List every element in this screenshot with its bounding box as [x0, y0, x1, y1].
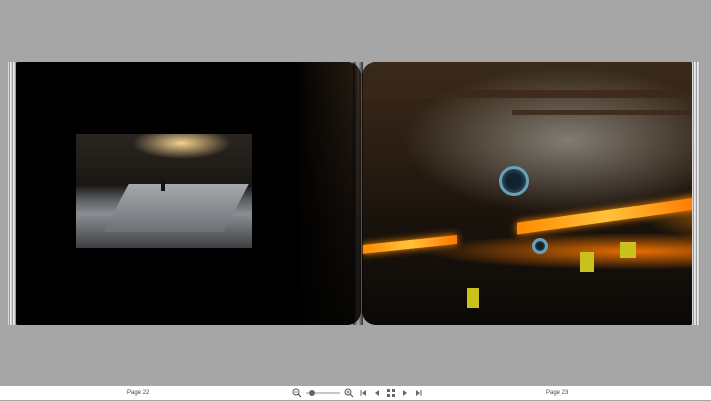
worker-silhouette [161, 179, 165, 191]
left-page-edge [8, 62, 16, 325]
bottom-toolbar: Page 22 Page 23 [0, 386, 711, 400]
magnifier-plus-icon[interactable] [344, 388, 354, 398]
right-page-edge [692, 62, 700, 325]
zoom-slider-knob[interactable] [308, 390, 315, 396]
overhead-beam [362, 90, 692, 98]
viewer-canvas [0, 0, 711, 386]
first-page-icon[interactable] [358, 388, 368, 398]
book-gutter [353, 62, 363, 325]
magnifier-minus-icon[interactable] [292, 388, 302, 398]
navigation-controls [292, 388, 424, 398]
yellow-sign-2 [620, 242, 636, 258]
left-page[interactable] [16, 62, 361, 325]
inset-photo-steel-plates [76, 134, 252, 248]
last-page-icon[interactable] [414, 388, 424, 398]
yellow-sign-3 [467, 288, 479, 308]
right-page-label: Page 23 [546, 390, 569, 396]
yellow-sign [580, 252, 594, 272]
previous-page-icon[interactable] [372, 388, 382, 398]
grid-view-icon[interactable] [386, 388, 396, 398]
spread-photo-right-part [362, 62, 692, 325]
overhead-beam-2 [512, 110, 692, 115]
gauge-dial-small [532, 238, 548, 254]
book-spread [8, 62, 700, 325]
right-page[interactable] [362, 62, 692, 325]
steel-plate [103, 184, 249, 232]
next-page-icon[interactable] [400, 388, 410, 398]
zoom-slider[interactable] [306, 388, 340, 398]
gauge-dial [499, 166, 529, 196]
left-page-label: Page 22 [127, 390, 150, 396]
